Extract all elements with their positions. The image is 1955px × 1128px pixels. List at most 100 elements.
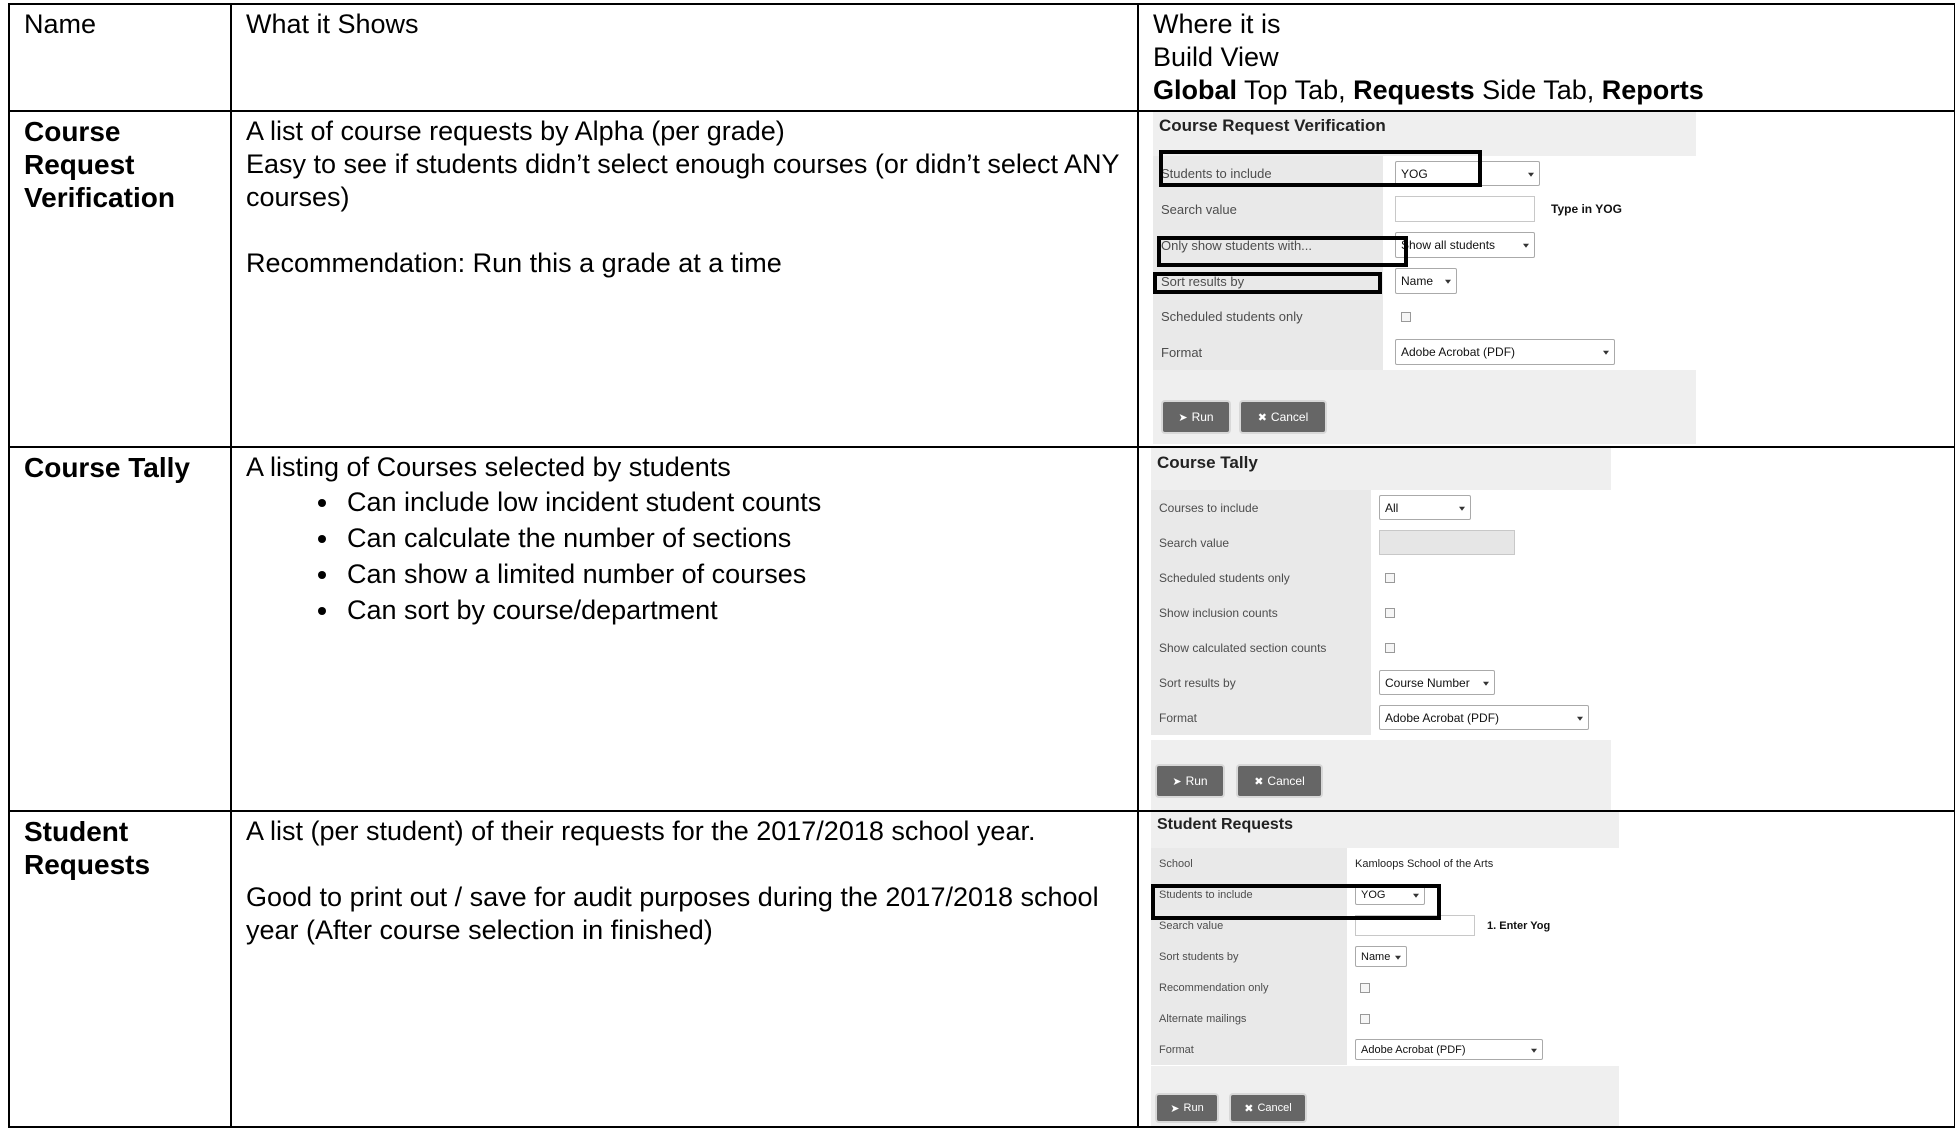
- recommendation-only-row: Recommendation only: [1151, 972, 1619, 1003]
- field-label: Search value: [1151, 525, 1371, 560]
- field-label: Courses to include: [1151, 490, 1371, 525]
- section-counts-checkbox[interactable]: [1385, 642, 1395, 653]
- description-line: Good to print out / save for audit purpo…: [246, 882, 1099, 945]
- run-button[interactable]: ➤ Run: [1157, 766, 1223, 796]
- scheduled-only-checkbox[interactable]: [1385, 572, 1395, 583]
- field-label: Scheduled students only: [1151, 560, 1371, 595]
- format-select[interactable]: Adobe Acrobat (PDF): [1355, 1038, 1543, 1061]
- students-to-include-select[interactable]: YOG: [1355, 883, 1425, 906]
- student-requests-dialog: Student Requests School Kamloops School …: [1151, 813, 1619, 1125]
- recommendation-text: Recommendation: Run this a grade at a ti…: [246, 248, 782, 278]
- description-line: A list of course requests by Alpha (per …: [246, 116, 785, 146]
- search-value-input[interactable]: [1355, 914, 1475, 937]
- students-to-include-row: Students to include YOG: [1151, 879, 1619, 910]
- cancel-button[interactable]: ✖ Cancel: [1241, 402, 1325, 432]
- search-value-input[interactable]: [1379, 530, 1515, 555]
- close-icon: ✖: [1254, 775, 1264, 788]
- students-to-include-select[interactable]: YOG: [1395, 161, 1540, 186]
- chevron-down-icon: [1531, 1048, 1537, 1053]
- annotation-note: 1. Enter Yog: [1487, 919, 1551, 932]
- dialog-title: Course Tally: [1157, 453, 1258, 472]
- course-request-verification-dialog: Course Request Verification Students to …: [1153, 113, 1696, 444]
- courses-to-include-row: Courses to include All: [1151, 490, 1611, 525]
- field-label: Students to include: [1151, 879, 1347, 910]
- format-row: Format Adobe Acrobat (PDF): [1151, 700, 1611, 735]
- school-value: Kamloops School of the Arts: [1355, 857, 1494, 870]
- screenshot-cell: Course Tally Courses to include All Sear…: [1137, 446, 1955, 812]
- search-value-row: Search value: [1151, 525, 1611, 560]
- where-line-1: Where it is: [1153, 9, 1281, 39]
- dialog-form: School Kamloops School of the Arts Stude…: [1151, 848, 1619, 1066]
- play-circle-icon: ➤: [1178, 411, 1188, 424]
- list-item: Can calculate the number of sections: [341, 520, 1123, 556]
- format-row: Format Adobe Acrobat (PDF): [1153, 334, 1696, 370]
- play-circle-icon: ➤: [1172, 775, 1182, 788]
- report-name: Student Requests: [8, 810, 232, 1128]
- close-icon: ✖: [1244, 1102, 1254, 1115]
- search-value-input[interactable]: [1395, 196, 1535, 222]
- format-row: Format Adobe Acrobat (PDF): [1151, 1034, 1619, 1065]
- where-header: Where it is Build View Global Top Tab, R…: [1137, 3, 1955, 112]
- report-name: Course Request Verification: [8, 110, 232, 448]
- list-item: Can sort by course/department: [341, 592, 1123, 628]
- list-item: Can show a limited number of courses: [341, 556, 1123, 592]
- field-label: Search value: [1151, 910, 1347, 941]
- only-show-row: Only show students with... Show all stud…: [1153, 227, 1696, 263]
- field-label: Format: [1151, 1034, 1347, 1065]
- sort-results-select[interactable]: Name: [1395, 268, 1457, 294]
- field-label: Format: [1153, 334, 1383, 370]
- recommendation-only-checkbox[interactable]: [1360, 982, 1370, 993]
- cancel-button[interactable]: ✖ Cancel: [1238, 766, 1321, 796]
- inclusion-counts-checkbox[interactable]: [1385, 607, 1395, 618]
- sort-results-row: Sort results by Name: [1153, 263, 1696, 299]
- alternate-mailings-checkbox[interactable]: [1360, 1013, 1370, 1024]
- field-label: Students to include: [1153, 156, 1383, 191]
- chevron-down-icon: [1445, 279, 1451, 284]
- where-line-2: Build View: [1153, 42, 1279, 72]
- students-to-include-row: Students to include YOG: [1153, 156, 1696, 191]
- dialog-title: Course Request Verification: [1159, 116, 1386, 135]
- field-label: Scheduled students only: [1153, 299, 1383, 334]
- annotation-note: Type in YOG: [1551, 202, 1622, 216]
- format-select[interactable]: Adobe Acrobat (PDF): [1379, 705, 1589, 730]
- cancel-button[interactable]: ✖ Cancel: [1231, 1095, 1305, 1121]
- field-label: Sort results by: [1153, 263, 1383, 299]
- inclusion-counts-row: Show inclusion counts: [1151, 595, 1611, 630]
- run-button[interactable]: ➤ Run: [1163, 402, 1229, 432]
- report-name: Course Tally: [8, 446, 232, 812]
- school-row: School Kamloops School of the Arts: [1151, 848, 1619, 879]
- chevron-down-icon: [1483, 681, 1489, 686]
- reports-table: Name What it Shows Where it is Build Vie…: [8, 3, 1955, 1128]
- chevron-down-icon: [1523, 243, 1529, 248]
- report-description: A list of course requests by Alpha (per …: [230, 110, 1139, 448]
- screenshot-cell: Student Requests School Kamloops School …: [1137, 810, 1955, 1128]
- scheduled-only-checkbox[interactable]: [1401, 311, 1411, 322]
- search-value-row: Search value Type in YOG: [1153, 191, 1696, 227]
- table-row: Course Tally A listing of Courses select…: [8, 446, 1955, 812]
- sort-results-select[interactable]: Course Number: [1379, 670, 1495, 695]
- chevron-down-icon: [1577, 716, 1583, 721]
- play-circle-icon: ➤: [1170, 1102, 1180, 1115]
- dialog-form: Courses to include All Search value Sche…: [1151, 490, 1611, 740]
- only-show-select[interactable]: Show all students: [1395, 232, 1535, 258]
- screenshot-cell: Course Request Verification Students to …: [1137, 110, 1955, 448]
- sort-students-row: Sort students by Name: [1151, 941, 1619, 972]
- dialog-title: Student Requests: [1157, 816, 1294, 833]
- sort-students-select[interactable]: Name: [1355, 945, 1407, 968]
- run-button[interactable]: ➤ Run: [1157, 1095, 1217, 1121]
- field-label: Format: [1151, 700, 1371, 735]
- chevron-down-icon: [1603, 350, 1609, 355]
- name-header: Name: [8, 3, 232, 112]
- header-row: Name What it Shows Where it is Build Vie…: [8, 3, 1955, 112]
- courses-to-include-select[interactable]: All: [1379, 495, 1471, 520]
- course-tally-dialog: Course Tally Courses to include All Sear…: [1151, 449, 1611, 809]
- field-label: Sort students by: [1151, 941, 1347, 972]
- description-line: A list (per student) of their requests f…: [246, 816, 1036, 846]
- field-label: Search value: [1153, 191, 1383, 227]
- field-label: Only show students with...: [1153, 227, 1383, 263]
- format-select[interactable]: Adobe Acrobat (PDF): [1395, 339, 1615, 365]
- field-label: Recommendation only: [1151, 972, 1347, 1003]
- field-label: Show inclusion counts: [1151, 595, 1371, 630]
- description-line: A listing of Courses selected by student…: [246, 452, 731, 482]
- field-label: Sort results by: [1151, 665, 1371, 700]
